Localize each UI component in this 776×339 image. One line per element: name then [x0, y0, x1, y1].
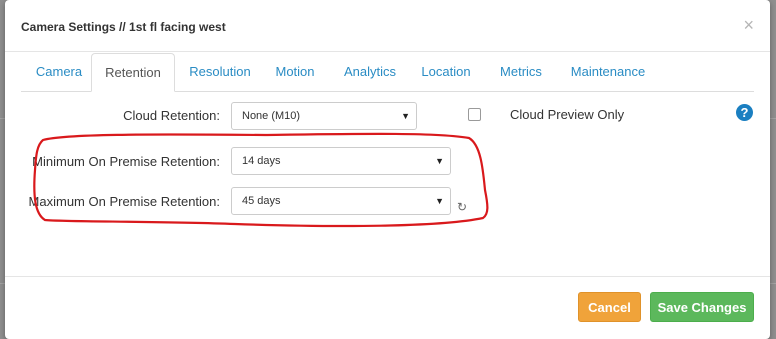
chevron-down-icon: ▼ — [401, 111, 410, 121]
dialog-header: Camera Settings // 1st fl facing west × — [5, 0, 770, 52]
cloud-retention-select[interactable]: None (M10) ▼ — [231, 102, 417, 130]
min-retention-value: 14 days — [242, 155, 281, 167]
min-retention-select[interactable]: 14 days ▼ — [231, 147, 451, 175]
dialog-title: Camera Settings // 1st fl facing west — [21, 20, 226, 34]
chevron-down-icon: ▼ — [435, 156, 444, 166]
cloud-preview-checkbox[interactable] — [468, 108, 481, 121]
tab-retention[interactable]: Retention — [91, 53, 175, 92]
tab-location[interactable]: Location — [415, 53, 477, 91]
cloud-preview-label: Cloud Preview Only — [510, 107, 625, 122]
max-retention-value: 45 days — [242, 195, 281, 207]
cancel-button[interactable]: Cancel — [578, 292, 641, 322]
dialog-footer: Cancel Save Changes — [5, 276, 770, 339]
tab-metrics[interactable]: Metrics — [493, 53, 549, 91]
max-retention-label: Maximum On Premise Retention: — [28, 194, 220, 209]
chevron-down-icon: ▼ — [435, 196, 444, 206]
tab-resolution[interactable]: Resolution — [183, 53, 257, 91]
close-icon[interactable]: × — [743, 16, 754, 34]
tab-maintenance[interactable]: Maintenance — [563, 53, 653, 91]
tab-motion[interactable]: Motion — [269, 53, 321, 91]
min-retention-label: Minimum On Premise Retention: — [32, 154, 220, 169]
cloud-retention-label: Cloud Retention: — [123, 108, 220, 123]
reset-icon[interactable]: ↻ — [457, 200, 467, 214]
tab-analytics[interactable]: Analytics — [335, 53, 405, 91]
cloud-retention-value: None (M10) — [242, 110, 301, 122]
max-retention-select[interactable]: 45 days ▼ — [231, 187, 451, 215]
save-changes-button[interactable]: Save Changes — [650, 292, 754, 322]
camera-settings-dialog: Camera Settings // 1st fl facing west × … — [5, 0, 770, 339]
tab-camera[interactable]: Camera — [31, 53, 87, 91]
help-icon[interactable]: ? — [736, 104, 753, 121]
settings-tabs: Camera Retention Resolution Motion Analy… — [21, 53, 754, 92]
